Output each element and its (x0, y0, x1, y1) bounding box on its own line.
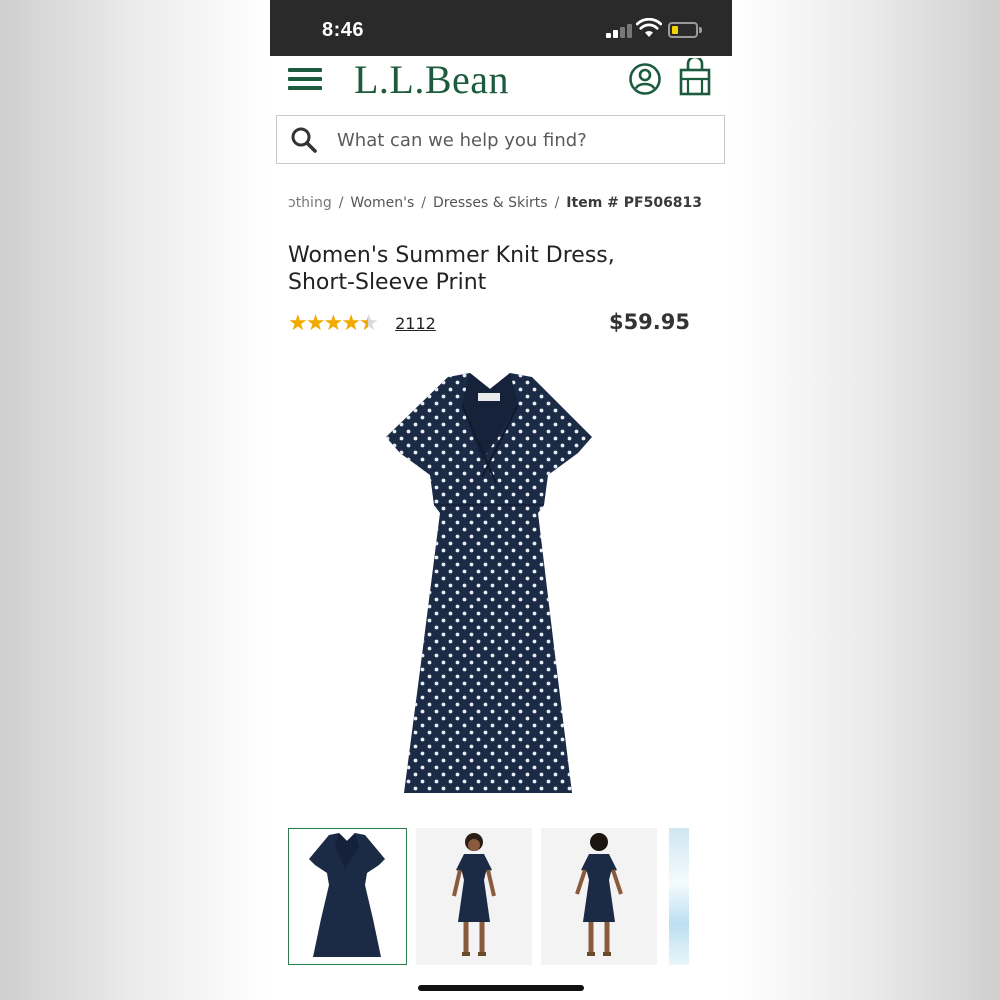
home-indicator[interactable] (418, 985, 584, 991)
status-bar: 8:46 (270, 0, 732, 56)
breadcrumb-item-dresses-skirts[interactable]: Dresses & Skirts (433, 195, 548, 211)
thumbnail-dress-flat[interactable] (288, 828, 407, 965)
battery-level (672, 26, 678, 34)
product-title-line: Women's Summer Knit Dress, (288, 243, 615, 268)
product-title: Women's Summer Knit Dress, Short-Sleeve … (288, 242, 708, 296)
cellular-signal-icon (606, 22, 632, 38)
thumbnail-partial[interactable] (669, 828, 689, 965)
thumbnail-model-front[interactable] (416, 828, 532, 965)
breadcrumb-separator: / (338, 195, 344, 211)
review-count-link[interactable]: 2112 (395, 314, 436, 333)
breadcrumb-item-womens[interactable]: Women's (350, 195, 414, 211)
status-time: 8:46 (322, 19, 365, 41)
breadcrumb-separator: / (421, 195, 426, 211)
star-icon: ★ (305, 310, 326, 335)
battery-low-icon (668, 22, 702, 38)
search-icon[interactable] (290, 126, 318, 154)
search-input[interactable] (337, 124, 707, 156)
brand-logo[interactable]: L.L.Bean (354, 56, 509, 103)
shopping-bag-icon[interactable] (678, 58, 712, 96)
dress-flat-thumbnail (309, 833, 385, 957)
product-rating[interactable]: ★★★★★ 2112 (288, 310, 436, 336)
product-title-line: Short-Sleeve Print (288, 270, 487, 295)
wifi-icon (636, 18, 662, 37)
search-bar[interactable] (276, 115, 725, 164)
site-header: L.L.Bean (270, 56, 732, 112)
breadcrumb-separator: / (554, 195, 560, 211)
half-star-icon: ★ (359, 310, 379, 336)
rating-stars: ★★★★★ (288, 310, 379, 336)
phone-screen: 8:46 L.L.Bean What can we help you find?… (270, 0, 732, 1000)
star-icon: ★ (288, 310, 308, 335)
account-icon[interactable] (628, 62, 662, 96)
model-back-thumbnail (541, 828, 657, 965)
star-icon: ★ (323, 310, 343, 335)
model-front-thumbnail (416, 828, 532, 965)
thumbnail-strip (288, 828, 732, 968)
star-icon: ★ (341, 310, 361, 335)
breadcrumb: ɔthing / Women's / Dresses & Skirts / Item # P… (288, 195, 718, 211)
thumbnail-model-back[interactable] (541, 828, 657, 965)
breadcrumb-item-number: Item # PF506813 (566, 195, 703, 211)
breadcrumb-item-clothing[interactable]: ɔthing (288, 195, 332, 211)
product-price: $59.95 (608, 310, 690, 334)
menu-icon[interactable] (288, 66, 322, 92)
product-main-image[interactable] (370, 365, 610, 805)
